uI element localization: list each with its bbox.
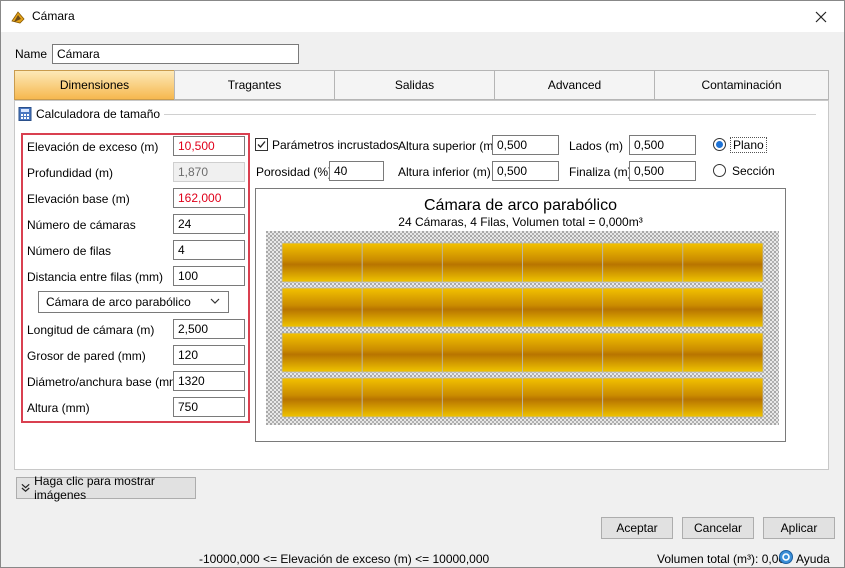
double-chevron-down-icon <box>21 483 30 492</box>
chamber-unit <box>281 377 363 418</box>
show-images-label: Haga clic para mostrar imágenes <box>34 474 155 502</box>
close-button[interactable] <box>798 1 844 32</box>
chamber-unit <box>682 242 764 283</box>
chamber-unit <box>522 377 604 418</box>
distancia-filas-input[interactable]: 100 <box>173 266 245 286</box>
finaliza-label: Finaliza (m) <box>569 165 632 179</box>
incrustados-checkbox[interactable] <box>255 138 268 151</box>
chamber-shape-select[interactable]: Cámara de arco parabólico <box>38 291 229 313</box>
chamber-layout-drawing <box>266 231 779 425</box>
chamber-unit <box>441 242 523 283</box>
chevron-down-icon <box>210 298 220 304</box>
help-icon[interactable] <box>779 550 793 564</box>
incrustados-label: Parámetros incrustados <box>272 138 399 152</box>
chamber-app-icon <box>11 11 25 24</box>
tab-contaminacion[interactable]: Contaminación <box>654 70 829 100</box>
lados-label: Lados (m) <box>569 139 624 153</box>
altura-label: Altura (mm) <box>27 401 90 415</box>
preview-title: Cámara de arco parabólico <box>424 197 617 214</box>
numero-filas-input[interactable]: 4 <box>173 240 245 260</box>
altura-superior-label: Altura superior (m) <box>398 139 498 153</box>
longitud-input[interactable]: 2,500 <box>173 319 245 339</box>
longitud-label: Longitud de cámara (m) <box>27 323 155 337</box>
chamber-unit <box>522 287 604 328</box>
plano-radio[interactable] <box>713 138 726 151</box>
chamber-unit <box>281 332 363 373</box>
numero-camaras-input[interactable]: 24 <box>173 214 245 234</box>
title-bar: Cámara <box>1 1 844 32</box>
seccion-radio[interactable] <box>713 164 726 177</box>
grosor-label: Grosor de pared (mm) <box>27 349 146 363</box>
size-calculator-label: Calculadora de tamaño <box>36 107 161 121</box>
show-images-button[interactable]: Haga clic para mostrar imágenes <box>16 474 196 502</box>
lados-input[interactable]: 0,500 <box>629 135 696 155</box>
name-label: Name <box>15 47 48 61</box>
elevacion-base-label: Elevación base (m) <box>27 192 130 206</box>
chamber-unit <box>361 242 443 283</box>
chamber-unit <box>602 287 684 328</box>
window-title: Cámara <box>32 9 75 23</box>
profundidad-input: 1,870 <box>173 162 245 182</box>
altura-inferior-label: Altura inferior (m) <box>398 165 491 179</box>
altura-superior-input[interactable]: 0,500 <box>492 135 559 155</box>
chamber-unit <box>522 242 604 283</box>
elevacion-exceso-input[interactable]: 10,500 <box>173 136 245 156</box>
total-volume-status: Volumen total (m³): 0,000 <box>657 552 792 566</box>
chamber-unit <box>441 377 523 418</box>
chamber-unit <box>682 332 764 373</box>
apply-button[interactable]: Aplicar <box>763 517 835 539</box>
accept-button[interactable]: Aceptar <box>601 517 673 539</box>
chamber-unit <box>361 287 443 328</box>
profundidad-label: Profundidad (m) <box>27 166 114 180</box>
distancia-filas-label: Distancia entre filas (mm) <box>27 270 164 284</box>
plano-label: Plano <box>730 137 767 153</box>
chamber-unit <box>602 242 684 283</box>
dialog-window: Cámara Name Cámara Dimensiones Tragantes… <box>0 0 845 568</box>
grosor-input[interactable]: 120 <box>173 345 245 365</box>
porosidad-input[interactable]: 40 <box>329 161 384 181</box>
numero-camaras-label: Número de cámaras <box>27 218 136 232</box>
name-input[interactable]: Cámara <box>52 44 299 64</box>
chamber-unit <box>602 332 684 373</box>
chamber-unit <box>441 287 523 328</box>
checkmark-icon <box>257 141 266 148</box>
chamber-unit <box>522 332 604 373</box>
preview-subtitle: 24 Cámaras, 4 Filas, Volumen total = 0,0… <box>398 215 643 229</box>
diametro-input[interactable]: 1320 <box>173 371 245 391</box>
chamber-shape-value: Cámara de arco parabólico <box>46 295 191 309</box>
chamber-unit <box>361 332 443 373</box>
numero-filas-label: Número de filas <box>27 244 112 258</box>
porosidad-label: Porosidad (%) <box>256 165 333 179</box>
elevacion-base-input[interactable]: 162,000 <box>173 188 245 208</box>
chamber-unit <box>361 377 443 418</box>
diametro-label: Diámetro/anchura base (mm) <box>27 375 184 389</box>
close-icon <box>815 11 827 22</box>
chamber-preview: Cámara de arco parabólico 24 Cámaras, 4 … <box>255 188 786 442</box>
elevacion-exceso-label: Elevación de exceso (m) <box>27 140 159 154</box>
tab-tragantes[interactable]: Tragantes <box>174 70 335 100</box>
chamber-unit <box>441 332 523 373</box>
tab-advanced[interactable]: Advanced <box>494 70 655 100</box>
tab-dimensiones[interactable]: Dimensiones <box>14 70 175 100</box>
chamber-unit <box>682 377 764 418</box>
range-hint: -10000,000 <= Elevación de exceso (m) <=… <box>199 552 490 566</box>
altura-input[interactable]: 750 <box>173 397 245 417</box>
tab-bar: Dimensiones Tragantes Salidas Advanced C… <box>14 70 829 100</box>
finaliza-input[interactable]: 0,500 <box>629 161 696 181</box>
tab-salidas[interactable]: Salidas <box>334 70 495 100</box>
help-link[interactable]: Ayuda <box>796 552 830 566</box>
header-divider <box>164 114 816 115</box>
altura-inferior-input[interactable]: 0,500 <box>492 161 559 181</box>
cancel-button[interactable]: Cancelar <box>682 517 754 539</box>
chamber-unit <box>682 287 764 328</box>
chamber-unit <box>281 242 363 283</box>
chamber-unit <box>281 287 363 328</box>
calculator-icon <box>18 107 32 121</box>
seccion-label: Sección <box>732 164 775 178</box>
chamber-unit <box>602 377 684 418</box>
